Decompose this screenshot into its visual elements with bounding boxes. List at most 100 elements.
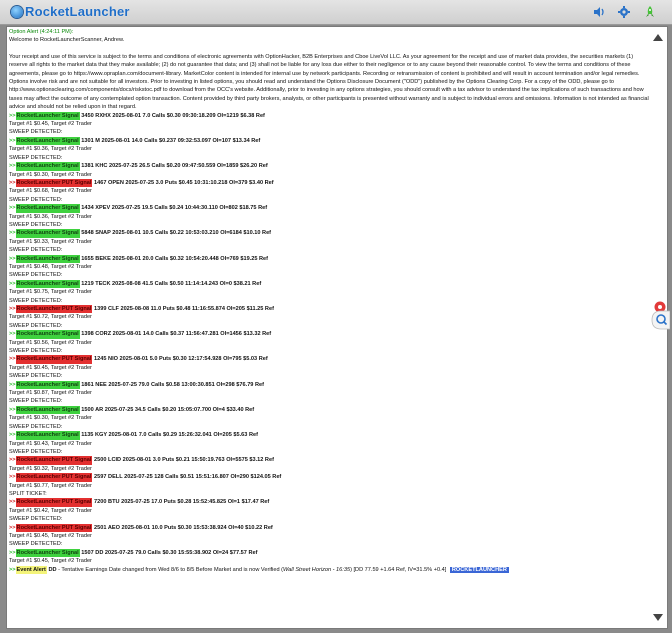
gear-icon[interactable] (617, 5, 631, 19)
rocketlauncher-logo-icon (11, 6, 23, 18)
alert-row: >>RocketLauncher Signal 1381 KHC 2025-07… (9, 162, 649, 179)
alert-detail: 1861 NEE 2025-07-25 79.0 Calls $0.58 13:… (81, 381, 264, 388)
app-title: RocketLauncher (25, 4, 130, 19)
alert-footer: SWEEP DETECTED: (9, 272, 63, 279)
alert-row: >>RocketLauncher Signal 1301 M 2025-08-0… (9, 136, 649, 162)
event-ticker: DD (48, 566, 57, 573)
alert-detail: 1434 XPEV 2025-07-25 19.5 Calls $0.24 10… (81, 205, 268, 212)
alert-signal-line: >>RocketLauncher Signal 5848 SNAP 2025-0… (9, 229, 649, 238)
alert-detail: 5848 SNAP 2025-08-01 10.5 Calls $0.22 10… (81, 230, 272, 237)
scroll-up-icon[interactable] (653, 34, 663, 41)
alert-signal-line: >>RocketLauncher PUT Signal 7200 BTU 202… (9, 498, 649, 507)
put-signal-tag: RocketLauncher PUT Signal (15, 178, 93, 188)
call-signal-tag: RocketLauncher Signal (15, 431, 80, 440)
alert-footer: SWEEP DETECTED: (9, 247, 63, 254)
alert-signal-line: >>RocketLauncher Signal 1507 DD 2025-07-… (9, 548, 649, 558)
alert-footer: SWEEP DETECTED: (9, 448, 63, 455)
put-signal-tag: RocketLauncher PUT Signal (15, 355, 93, 364)
alert-targets: Target #1 $0.30, Target #2 Trader (9, 171, 92, 178)
alert-signal-line: >>RocketLauncher PUT Signal 1467 OPEN 20… (9, 178, 649, 188)
alert-signal-line: >>RocketLauncher PUT Signal 1399 CLF 202… (9, 305, 649, 314)
event-alert-line: >>Event Alert DD - Tentative Earnings Da… (9, 565, 649, 574)
alert-targets: Target #1 $0.45, Target #2 Trader (9, 558, 92, 565)
call-signal-tag: RocketLauncher Signal (15, 229, 80, 238)
alert-detail: 2597 DELL 2025-07-25 128 Calls $0.51 15:… (94, 474, 282, 481)
alert-signal-line: >>RocketLauncher Signal 1500 AR 2025-07-… (9, 405, 649, 415)
alert-row: >>RocketLauncher Signal 1398 CORZ 2025-0… (9, 330, 649, 355)
alert-row: >>RocketLauncher Signal 1655 BEKE 2025-0… (9, 254, 649, 280)
alert-footer: SWEEP DETECTED: (9, 196, 63, 203)
alert-detail: 1399 CLF 2025-08-08 11.0 Puts $0.48 11:1… (94, 306, 274, 312)
alert-signal-line: >>RocketLauncher Signal 1655 BEKE 2025-0… (9, 254, 649, 263)
alert-targets: Target #1 $0.77, Target #2 Trader (9, 482, 92, 489)
rocket-icon[interactable] (643, 5, 657, 19)
alert-detail: 3450 RXHX 2025-08-01 7.0 Calls $0.30 09:… (81, 112, 265, 119)
alert-signal-line: >>RocketLauncher PUT Signal 1245 NIO 202… (9, 355, 649, 364)
alert-signal-line: >>RocketLauncher PUT Signal 2597 DELL 20… (9, 473, 649, 482)
alert-targets: Target #1 $0.68, Target #2 Trader (9, 188, 92, 195)
alert-targets: Target #1 $0.33, Target #2 Trader (9, 238, 92, 245)
alert-targets: Target #1 $0.45, Target #2 Trader (9, 364, 92, 371)
alert-signal-line: >>RocketLauncher Signal 1381 KHC 2025-07… (9, 162, 649, 171)
search-icon[interactable] (648, 301, 670, 331)
alert-footer: SWEEP DETECTED: (9, 129, 63, 136)
alert-feed: Option Alert (4:24:11 PM): Welcome to Ro… (9, 28, 649, 574)
speaker-icon[interactable] (592, 5, 606, 19)
alert-row: >>RocketLauncher PUT Signal 1467 OPEN 20… (9, 178, 649, 204)
event-text: - Tentative Earnings Date changed from W… (56, 566, 283, 573)
alert-footer: SWEEP DETECTED: (9, 154, 63, 161)
call-signal-tag: RocketLauncher Signal (15, 330, 80, 339)
alert-footer: SWEEP DETECTED: (9, 221, 63, 228)
call-signal-tag: RocketLauncher Signal (15, 405, 80, 415)
alert-row: >>RocketLauncher Signal 5848 SNAP 2025-0… (9, 229, 649, 254)
alert-signal-line: >>RocketLauncher PUT Signal 2501 AEO 202… (9, 523, 649, 532)
put-signal-tag: RocketLauncher PUT Signal (15, 456, 93, 465)
alert-row: >>RocketLauncher PUT Signal 2500 LCID 20… (9, 456, 649, 473)
alert-detail: 2501 AEO 2025-08-01 10.0 Puts $0.30 15:5… (94, 524, 273, 531)
scroll-down-icon[interactable] (653, 614, 663, 621)
alert-targets: Target #1 $0.36, Target #2 Trader (9, 213, 92, 220)
alert-targets: Target #1 $0.42, Target #2 Trader (9, 507, 92, 514)
alert-targets: Target #1 $0.75, Target #2 Trader (9, 289, 92, 296)
alert-feed-panel[interactable]: Option Alert (4:24:11 PM): Welcome to Ro… (6, 26, 668, 629)
alert-footer: SWEEP DETECTED: (9, 297, 63, 304)
alert-detail: 1301 M 2025-08-01 14.0 Calls $0.237 09:3… (81, 137, 261, 144)
alert-footer: SPLIT TICKET: (9, 490, 47, 497)
alert-row: >>RocketLauncher PUT Signal 2501 AEO 202… (9, 523, 649, 549)
alert-detail: 1398 CORZ 2025-08-01 14.0 Calls $0.37 11… (81, 331, 272, 338)
put-signal-tag: RocketLauncher PUT Signal (15, 498, 93, 507)
call-signal-tag: RocketLauncher Signal (15, 380, 80, 390)
disclaimer-text: Your receipt and use of this service is … (9, 53, 649, 111)
alert-row: >>RocketLauncher Signal 1434 XPEV 2025-0… (9, 204, 649, 229)
alert-signal-line: >>RocketLauncher PUT Signal 2500 LCID 20… (9, 456, 649, 465)
alert-targets: Target #1 $0.36, Target #2 Trader (9, 146, 92, 153)
alert-detail: 1381 KHC 2025-07-25 26.5 Calls $0.20 09:… (81, 163, 268, 170)
alert-detail: 7200 BTU 2025-07-25 17.0 Puts $0.28 15:5… (94, 499, 270, 506)
title-bar: RocketLauncher (0, 0, 672, 25)
alert-targets: Target #1 $0.72, Target #2 Trader (9, 314, 92, 321)
alert-targets: Target #1 $0.48, Target #2 Trader (9, 263, 92, 270)
alert-signal-line: >>RocketLauncher Signal 1398 CORZ 2025-0… (9, 330, 649, 339)
alert-time: Option Alert (4:24:11 PM): (9, 29, 74, 35)
alert-targets: Target #1 $0.45, Target #2 Trader (9, 532, 92, 539)
alert-footer: SWEEP DETECTED: (9, 348, 63, 355)
call-signal-tag: RocketLauncher Signal (15, 162, 80, 171)
alert-detail: 1507 DD 2025-07-25 79.0 Calls $0.30 15:5… (81, 549, 258, 556)
alert-row: >>RocketLauncher Signal 1500 AR 2025-07-… (9, 405, 649, 431)
alert-signal-line: >>RocketLauncher Signal 1219 TECK 2025-0… (9, 279, 649, 289)
call-signal-tag: RocketLauncher Signal (15, 548, 80, 558)
call-signal-tag: RocketLauncher Signal (15, 279, 80, 289)
put-signal-tag: RocketLauncher PUT Signal (15, 305, 93, 314)
put-signal-tag: RocketLauncher PUT Signal (15, 523, 93, 532)
rocketlauncher-badge[interactable]: ROCKETLAUNCHER (449, 566, 509, 573)
call-signal-tag: RocketLauncher Signal (15, 136, 80, 146)
alert-row: >>RocketLauncher Signal 1861 NEE 2025-07… (9, 380, 649, 406)
alert-detail: 2500 LCID 2025-08-01 3.0 Puts $0.21 15:5… (94, 457, 274, 464)
alert-targets: Target #1 $0.56, Target #2 Trader (9, 339, 92, 346)
alert-footer: SWEEP DETECTED: (9, 541, 63, 548)
alert-detail: 1245 NIO 2025-08-01 5.0 Puts $0.30 12:17… (94, 356, 268, 363)
alert-signal-line: >>RocketLauncher Signal 1301 M 2025-08-0… (9, 136, 649, 146)
call-signal-tag: RocketLauncher Signal (15, 204, 80, 213)
alert-footer: SWEEP DETECTED: (9, 373, 63, 380)
call-signal-tag: RocketLauncher Signal (15, 254, 80, 263)
